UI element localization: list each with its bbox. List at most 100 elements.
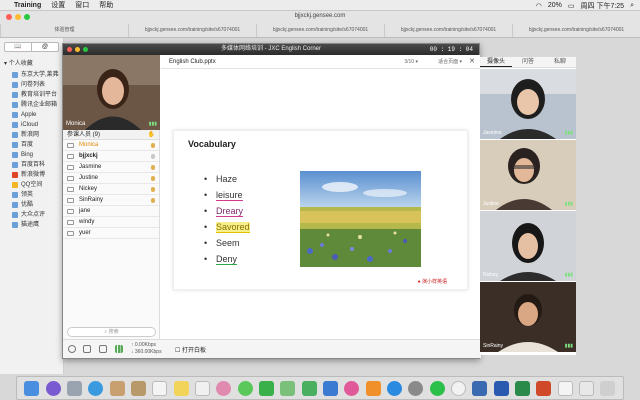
participant-row[interactable]: yuer	[63, 228, 159, 239]
bookmark-label: Apple	[21, 112, 37, 118]
fullscreen-icon[interactable]: ✕	[469, 55, 475, 69]
document-filename[interactable]: English Club.pptx	[169, 59, 216, 65]
bookmark-item[interactable]: QQ空间	[0, 180, 63, 190]
slide-title: Vocabulary	[188, 139, 236, 149]
browser-tab[interactable]: bjjxckj.gensee.com/training/site/s670740…	[512, 24, 640, 37]
battery-icon[interactable]: ▭	[568, 2, 575, 10]
favorites-group-label[interactable]: ▾ 个人收藏	[0, 58, 63, 67]
participant-video[interactable]: Jasmine ▮▮▮	[480, 69, 576, 139]
participant-video[interactable]: SinRainy ▮▮▮	[480, 282, 576, 352]
training-app-icon[interactable]	[472, 380, 488, 396]
bookmark-item[interactable]: 东京大学,莱弗	[0, 70, 63, 80]
browser-tab[interactable]: bjjxckj.gensee.com/training/site/s670740…	[256, 24, 384, 37]
photo-viewer-icon[interactable]	[109, 380, 125, 396]
word-icon[interactable]	[493, 380, 509, 396]
bookmark-item[interactable]: 领英	[0, 190, 63, 200]
participant-video-name: Jasmine	[483, 130, 502, 136]
hand-icon[interactable]: ✋	[148, 130, 155, 139]
safari-icon[interactable]	[88, 380, 104, 396]
tab-qa[interactable]: 问答	[512, 57, 544, 67]
participant-row[interactable]: Jasmine	[63, 162, 159, 173]
microphone-icon[interactable]	[68, 345, 76, 353]
page-indicator[interactable]: 3/10 ▾	[404, 55, 418, 69]
participant-row[interactable]: Monica	[63, 140, 159, 151]
bookmarks-tab-icon[interactable]: 📖	[5, 43, 31, 51]
keynote-icon[interactable]	[322, 380, 338, 396]
itunes-icon[interactable]	[344, 380, 360, 396]
menu-item-window[interactable]: 窗口	[75, 0, 89, 10]
participants-panel: 参课人员 (9) ✋ Monica bjjxckj Jasmine Justin…	[63, 130, 160, 341]
participant-row[interactable]: windy	[63, 217, 159, 228]
tab-camera[interactable]: 摄像头	[480, 57, 512, 67]
excel-icon[interactable]	[515, 380, 531, 396]
bookmark-item[interactable]: Bing	[0, 150, 63, 160]
participant-row[interactable]: SinRainy	[63, 195, 159, 206]
bookmark-item[interactable]: 百度百科	[0, 160, 63, 170]
facetime-icon[interactable]	[258, 380, 274, 396]
maps-icon[interactable]	[280, 380, 296, 396]
tab-private-chat[interactable]: 私聊	[544, 57, 576, 67]
bookmark-item[interactable]: 百度	[0, 140, 63, 150]
bookmark-item[interactable]: 新浪微博	[0, 170, 63, 180]
siri-icon[interactable]	[45, 380, 61, 396]
bookmark-item[interactable]: 新浪网	[0, 130, 63, 140]
bookmark-item[interactable]: 大众点评	[0, 210, 63, 220]
mac-menubar: Training 设置 窗口 帮助 ◠ 20% ▭ 周四 下午7:25 ⌕	[0, 0, 640, 11]
participant-video[interactable]: Nickey ▮▮▮	[480, 211, 576, 281]
fit-mode-dropdown[interactable]: 适合页面 ▾	[438, 55, 462, 69]
ibooks-icon[interactable]	[365, 380, 381, 396]
contacts-icon[interactable]	[130, 380, 146, 396]
menubar-clock[interactable]: 周四 下午7:25	[581, 1, 625, 11]
bookmark-item[interactable]: 腾讯企业邮箱	[0, 100, 63, 110]
speaker-icon[interactable]	[83, 345, 91, 353]
reminders-icon[interactable]	[194, 380, 210, 396]
wifi-icon[interactable]: ◠	[536, 2, 542, 10]
wechat-icon[interactable]	[429, 380, 445, 396]
powerpoint-icon[interactable]	[536, 380, 552, 396]
documents-folder-icon[interactable]	[557, 380, 573, 396]
minimize-icon[interactable]	[75, 47, 80, 52]
numbers-icon[interactable]	[301, 380, 317, 396]
vocab-word: Seem	[204, 235, 250, 251]
bookmark-item[interactable]: Apple	[0, 110, 63, 120]
qq-icon[interactable]	[451, 380, 467, 396]
browser-tab[interactable]: bjjxckj.gensee.com/training/site/s670740…	[128, 24, 256, 37]
participant-video[interactable]: Justine ▮▮▮	[480, 140, 576, 210]
folder-icon	[12, 112, 18, 118]
vocab-word-text: Seem	[216, 238, 240, 248]
messages-icon[interactable]	[237, 380, 253, 396]
menu-app-name[interactable]: Training	[14, 2, 41, 9]
bookmark-item[interactable]: 问卷列表	[0, 80, 63, 90]
bookmark-item[interactable]: 优酷	[0, 200, 63, 210]
photos-icon[interactable]	[216, 380, 232, 396]
calendar-icon[interactable]	[152, 380, 168, 396]
participant-search-input[interactable]: ⌕ 搜索	[67, 327, 156, 337]
camera-toggle-icon[interactable]	[99, 345, 107, 353]
participant-row[interactable]: Justine	[63, 173, 159, 184]
bookmark-item[interactable]: iCloud	[0, 120, 63, 130]
vocab-word: Dreary	[204, 203, 250, 219]
browser-tab[interactable]: 体验管理	[0, 24, 128, 37]
browser-tab[interactable]: bjjxckj.gensee.com/training/site/s670740…	[384, 24, 512, 37]
system-preferences-icon[interactable]	[408, 380, 424, 396]
menu-item-help[interactable]: 帮助	[99, 0, 113, 10]
participant-row[interactable]: bjjxckj	[63, 151, 159, 162]
close-icon[interactable]	[67, 47, 72, 52]
mac-dock	[16, 376, 624, 400]
downloads-folder-icon[interactable]	[579, 380, 595, 396]
address-bar[interactable]: bjjxckj.gensee.com	[0, 13, 640, 19]
zoom-icon[interactable]	[83, 47, 88, 52]
participant-row[interactable]: jane	[63, 206, 159, 217]
reading-list-tab-icon[interactable]: @	[31, 43, 58, 51]
spotlight-search-icon[interactable]: ⌕	[630, 2, 634, 10]
bookmark-item[interactable]: 教育培训平台	[0, 90, 63, 100]
trash-icon[interactable]	[600, 380, 616, 396]
launchpad-icon[interactable]	[66, 380, 82, 396]
participant-row[interactable]: Nickey	[63, 184, 159, 195]
whiteboard-toggle[interactable]: ☐ 打开白板	[175, 345, 206, 354]
finder-icon[interactable]	[24, 380, 40, 396]
notes-icon[interactable]	[173, 380, 189, 396]
bookmark-item[interactable]: 猫途鹰	[0, 220, 63, 230]
menu-item-settings[interactable]: 设置	[51, 0, 65, 10]
app-store-icon[interactable]	[387, 380, 403, 396]
